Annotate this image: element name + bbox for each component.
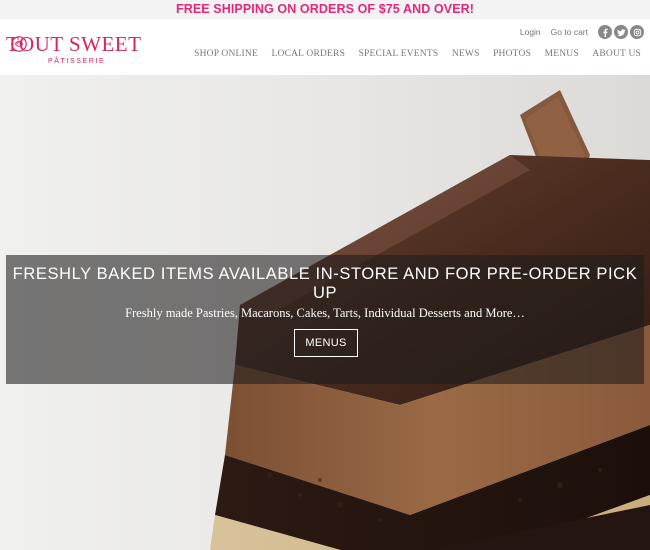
nav-news[interactable]: NEWS	[452, 49, 480, 59]
logo[interactable]: TOUT SWEET PÂTISSERIE	[6, 31, 141, 73]
logo-tagline: PÂTISSERIE	[48, 58, 106, 65]
nav-about-us[interactable]: ABOUT US	[592, 49, 641, 59]
rose-icon	[11, 36, 27, 52]
nav-shop-online[interactable]: SHOP ONLINE	[194, 49, 258, 59]
twitter-icon[interactable]	[614, 25, 628, 39]
hero-subtitle: Freshly made Pastries, Macarons, Cakes, …	[125, 306, 525, 320]
hero-overlay: FRESHLY BAKED ITEMS AVAILABLE IN-STORE A…	[6, 255, 644, 384]
cart-link[interactable]: Go to cart	[551, 27, 588, 37]
login-link[interactable]: Login	[520, 27, 541, 37]
promo-banner: FREE SHIPPING ON ORDERS OF $75 AND OVER!	[0, 0, 650, 19]
nav-photos[interactable]: PHOTOS	[493, 49, 531, 59]
hero-title: FRESHLY BAKED ITEMS AVAILABLE IN-STORE A…	[12, 265, 638, 302]
hero-banner: FRESHLY BAKED ITEMS AVAILABLE IN-STORE A…	[0, 75, 650, 550]
menus-button[interactable]: MENUS	[294, 329, 358, 357]
utility-links: Login Go to cart	[520, 24, 644, 40]
nav-special-events[interactable]: SPECIAL EVENTS	[359, 49, 439, 59]
site-header: TOUT SWEET PÂTISSERIE Login Go to cart S…	[0, 19, 650, 75]
nav-menus[interactable]: MENUS	[545, 49, 579, 59]
main-nav: SHOP ONLINE LOCAL ORDERS SPECIAL EVENTS …	[181, 49, 641, 59]
nav-local-orders[interactable]: LOCAL ORDERS	[272, 49, 346, 59]
facebook-icon[interactable]	[598, 25, 612, 39]
instagram-icon[interactable]	[630, 25, 644, 39]
